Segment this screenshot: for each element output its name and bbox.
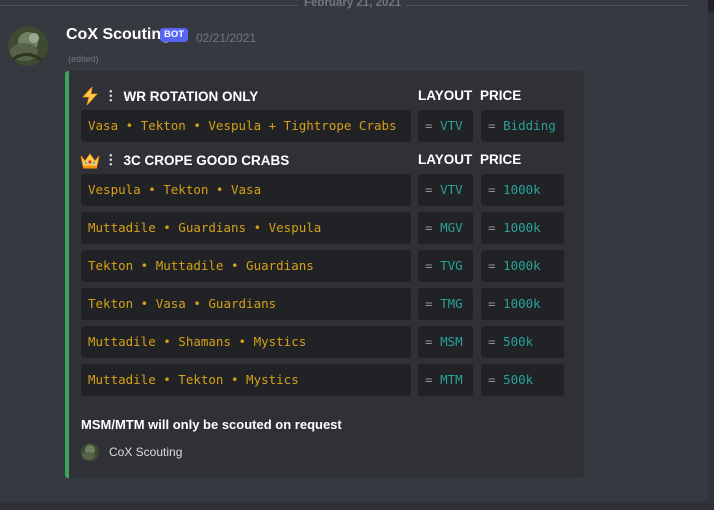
price-value: 1000k bbox=[503, 296, 541, 311]
bot-tag: BOT bbox=[160, 28, 189, 42]
equals-sign: = bbox=[425, 258, 433, 273]
layout-code-cell: = VTV bbox=[418, 110, 473, 142]
price-value: 500k bbox=[503, 334, 534, 349]
section-title: 3C CROPE GOOD CRABS bbox=[123, 152, 290, 168]
lightning-icon bbox=[82, 87, 98, 105]
layout-code-cell: = MTM bbox=[418, 364, 473, 396]
equals-sign: = bbox=[425, 334, 433, 349]
price-value: 1000k bbox=[503, 220, 541, 235]
layout-column-header: LAYOUT bbox=[418, 88, 473, 103]
equals-sign: = bbox=[488, 372, 496, 387]
section-title: WR ROTATION ONLY bbox=[123, 88, 259, 104]
layout-code: VTV bbox=[440, 182, 463, 197]
price-cell: = 1000k bbox=[481, 174, 564, 206]
equals-sign: = bbox=[425, 372, 433, 387]
crab-rotation-name: Vespula • Tekton • Vasa bbox=[81, 174, 411, 206]
equals-sign: = bbox=[425, 182, 433, 197]
footer-text: CoX Scouting bbox=[109, 445, 183, 459]
layout-code: TVG bbox=[440, 258, 463, 273]
equals-sign: = bbox=[488, 296, 496, 311]
date-divider: February 21, 2021 bbox=[0, 0, 714, 12]
crown-icon bbox=[80, 153, 100, 169]
price-cell: = 500k bbox=[481, 326, 564, 358]
layout-code: MSM bbox=[440, 334, 463, 349]
price-value: 500k bbox=[503, 372, 534, 387]
avatar-image bbox=[8, 26, 48, 66]
equals-sign: = bbox=[488, 182, 496, 197]
layout-code-cell: = TVG bbox=[418, 250, 473, 282]
date-divider-label: February 21, 2021 bbox=[298, 0, 408, 9]
price-column-header: PRICE bbox=[480, 88, 522, 103]
layout-code-cell: = TMG bbox=[418, 288, 473, 320]
price-value: 1000k bbox=[503, 182, 541, 197]
equals-sign: = bbox=[488, 220, 496, 235]
embed-footer: CoX Scouting bbox=[81, 443, 182, 461]
layout-code-cell: = VTV bbox=[418, 174, 473, 206]
price-value: 1000k bbox=[503, 258, 541, 273]
section-separator: ⋮ bbox=[104, 152, 118, 167]
layout-code: MGV bbox=[440, 220, 463, 235]
layout-code-cell: = MSM bbox=[418, 326, 473, 358]
equals-sign: = bbox=[488, 334, 496, 349]
price-cell: = Bidding bbox=[481, 110, 564, 142]
layout-column-header: LAYOUT bbox=[418, 152, 473, 167]
crab-rotation-name: Muttadile • Shamans • Mystics bbox=[81, 326, 411, 358]
equals-sign: = bbox=[425, 296, 433, 311]
equals-sign: = bbox=[425, 118, 433, 133]
crab-rotation-name: Vasa • Tekton • Vespula + Tightrope Crab… bbox=[81, 110, 411, 142]
crab-rotation-name: Muttadile • Guardians • Vespula bbox=[81, 212, 411, 244]
section-header-wr-rotation: ⋮ WR ROTATION ONLY bbox=[80, 87, 258, 105]
author-name[interactable]: CoX Scouting bbox=[66, 26, 171, 44]
edited-label: (edited) bbox=[68, 54, 99, 64]
scrollbar-thumb[interactable] bbox=[708, 0, 714, 12]
price-cell: = 1000k bbox=[481, 250, 564, 282]
crab-rotation-name: Tekton • Muttadile • Guardians bbox=[81, 250, 411, 282]
equals-sign: = bbox=[425, 220, 433, 235]
avatar[interactable] bbox=[8, 26, 48, 66]
equals-sign: = bbox=[488, 118, 496, 133]
layout-code: TMG bbox=[440, 296, 463, 311]
footer-avatar-icon bbox=[81, 443, 99, 461]
embed-footnote: MSM/MTM will only be scouted on request bbox=[81, 417, 342, 432]
layout-code: VTV bbox=[440, 118, 463, 133]
section-header-3c-crabs: ⋮ 3C CROPE GOOD CRABS bbox=[80, 151, 289, 169]
layout-code: MTM bbox=[440, 372, 463, 387]
price-cell: = 1000k bbox=[481, 288, 564, 320]
price-cell: = 500k bbox=[481, 364, 564, 396]
price-cell: = 1000k bbox=[481, 212, 564, 244]
bottom-bar bbox=[0, 502, 714, 510]
price-column-header: PRICE bbox=[480, 152, 522, 167]
price-value: Bidding bbox=[503, 118, 556, 133]
layout-code-cell: = MGV bbox=[418, 212, 473, 244]
crab-rotation-name: Muttadile • Tekton • Mystics bbox=[81, 364, 411, 396]
crab-rotation-name: Tekton • Vasa • Guardians bbox=[81, 288, 411, 320]
scrollbar-track[interactable] bbox=[708, 0, 714, 510]
message-timestamp: 02/21/2021 bbox=[196, 31, 257, 45]
section-separator: ⋮ bbox=[104, 88, 118, 103]
equals-sign: = bbox=[488, 258, 496, 273]
